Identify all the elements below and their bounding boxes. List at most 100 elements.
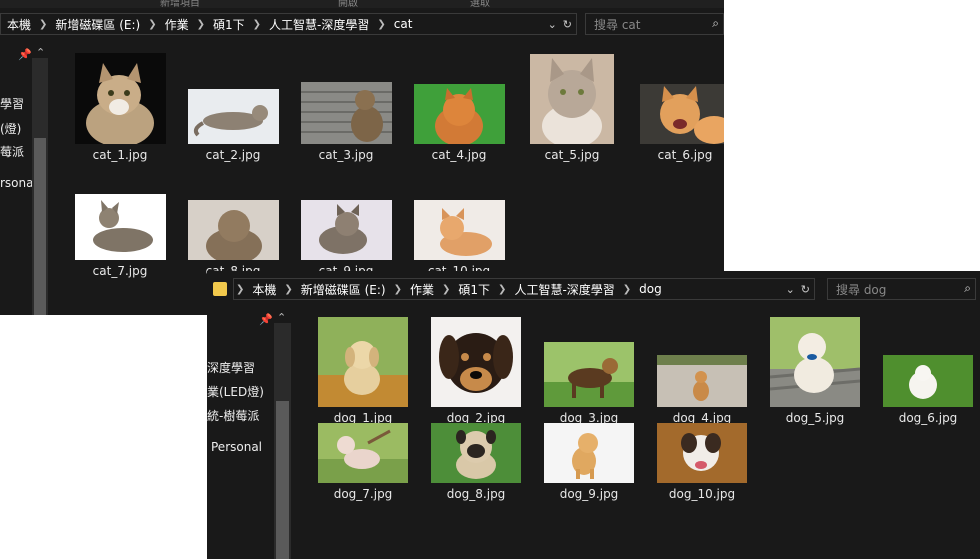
file-item[interactable]: dog_7.jpg xyxy=(309,421,417,501)
file-name: cat_7.jpg xyxy=(92,264,148,278)
ribbon-new-item[interactable]: 新增項目 xyxy=(160,0,200,9)
file-item[interactable]: cat_1.jpg xyxy=(66,52,174,162)
file-item[interactable]: dog_9.jpg xyxy=(535,421,643,501)
breadcrumb-course[interactable]: 人工智慧-深度學習 xyxy=(508,281,620,298)
ribbon-select[interactable]: 選取 xyxy=(470,0,490,9)
nav-item-led[interactable]: 業(LED燈) xyxy=(207,383,264,400)
cat-photo-thumbnail xyxy=(187,89,279,144)
file-name: dog_10.jpg xyxy=(668,487,736,501)
file-item[interactable]: dog_5.jpg xyxy=(761,317,869,425)
breadcrumb-semester[interactable]: 碩1下 xyxy=(452,281,496,298)
nav-scrollbar[interactable] xyxy=(274,323,291,559)
breadcrumb-current[interactable]: cat xyxy=(388,17,419,31)
chevron-right-icon: ❯ xyxy=(442,283,451,295)
nav-scrollbar-thumb[interactable] xyxy=(34,138,46,315)
file-name: dog_5.jpg xyxy=(785,411,845,425)
file-item[interactable]: cat_6.jpg xyxy=(631,52,724,162)
folder-icon xyxy=(213,282,227,296)
dog-photo-thumbnail xyxy=(883,355,973,407)
cat-photo-thumbnail xyxy=(74,53,166,144)
breadcrumb-homework[interactable]: 作業 xyxy=(159,16,195,33)
chevron-right-icon: ❯ xyxy=(393,283,402,295)
file-name: cat_6.jpg xyxy=(657,148,713,162)
chevron-right-icon: ❯ xyxy=(252,18,262,30)
chevron-right-icon: ❯ xyxy=(196,18,206,30)
nav-item-deep-learning[interactable]: 學習 xyxy=(0,95,24,112)
chevron-right-icon: ❯ xyxy=(622,283,632,295)
nav-item-raspberry[interactable]: 莓派 xyxy=(0,143,24,160)
cat-photo-thumbnail xyxy=(530,54,614,144)
cat-photo-thumbnail xyxy=(413,84,505,144)
nav-item-deep-learning[interactable]: 深度學習 xyxy=(207,359,255,376)
dog-photo-thumbnail xyxy=(770,317,860,407)
file-item[interactable]: cat_9.jpg xyxy=(292,168,400,278)
cat-photo-thumbnail xyxy=(300,82,392,144)
breadcrumb-drive[interactable]: 新增磁碟區 (E:) xyxy=(49,16,146,33)
dog-explorer-window: ❯ 本機 ❯ 新增磁碟區 (E:) ❯ 作業 ❯ 碩1下 ❯ 人工智慧-深度學習… xyxy=(207,271,980,559)
file-item[interactable]: dog_4.jpg xyxy=(648,317,756,425)
file-item[interactable]: cat_7.jpg xyxy=(66,168,174,278)
dog-photo-thumbnail xyxy=(431,317,521,407)
file-item[interactable]: dog_6.jpg xyxy=(874,317,980,425)
search-icon[interactable]: ⌕ xyxy=(964,281,971,296)
file-item[interactable]: cat_2.jpg xyxy=(179,52,287,162)
breadcrumb-current[interactable]: dog xyxy=(633,282,668,296)
cat-photo-thumbnail xyxy=(639,84,724,144)
file-item[interactable]: cat_3.jpg xyxy=(292,52,400,162)
nav-scrollbar[interactable] xyxy=(32,58,48,315)
file-item[interactable]: dog_8.jpg xyxy=(422,421,530,501)
file-name: dog_7.jpg xyxy=(333,487,393,501)
file-item[interactable]: dog_3.jpg xyxy=(535,317,643,425)
cat-photo-thumbnail xyxy=(187,200,279,260)
search-input[interactable]: 搜尋 cat ⌕ xyxy=(585,13,724,35)
file-item[interactable]: cat_4.jpg xyxy=(405,52,513,162)
search-placeholder: 搜尋 cat xyxy=(594,17,641,32)
search-icon[interactable]: ⌕ xyxy=(712,16,719,31)
nav-scrollbar-thumb[interactable] xyxy=(276,401,289,559)
file-name: cat_5.jpg xyxy=(544,148,600,162)
search-input[interactable]: 搜尋 dog ⌕ xyxy=(827,278,976,300)
dog-photo-thumbnail xyxy=(657,355,747,407)
file-grid: dog_1.jpg dog_2.jpg dog_3.jpg dog_4.jpg … xyxy=(293,305,980,559)
file-name: dog_8.jpg xyxy=(446,487,506,501)
nav-item-raspberry[interactable]: 統-樹莓派 xyxy=(207,407,259,424)
file-item[interactable]: dog_2.jpg xyxy=(422,317,530,425)
chevron-right-icon: ❯ xyxy=(498,283,507,295)
file-name: cat_4.jpg xyxy=(431,148,487,162)
file-item[interactable]: cat_5.jpg xyxy=(518,52,626,162)
navigation-pane: 📌 ⌃ 深度學習 業(LED燈) 統-樹莓派 Personal xyxy=(207,305,293,559)
breadcrumb-drive[interactable]: 新增磁碟區 (E:) xyxy=(295,281,392,298)
chevron-down-icon[interactable]: ⌄ xyxy=(548,18,557,31)
dog-photo-thumbnail xyxy=(318,423,408,483)
chevron-right-icon: ❯ xyxy=(377,18,386,30)
ribbon-strip: 新增項目 開啟 選取 xyxy=(0,0,724,9)
pin-icon[interactable]: 📌 xyxy=(259,313,273,326)
refresh-icon[interactable]: ↻ xyxy=(801,283,810,296)
dog-photo-thumbnail xyxy=(431,423,521,483)
address-bar[interactable]: ❯ 本機 ❯ 新增磁碟區 (E:) ❯ 作業 ❯ 碩1下 ❯ 人工智慧-深度學習… xyxy=(233,278,815,300)
file-item[interactable]: cat_8.jpg xyxy=(179,168,287,278)
file-item[interactable]: dog_1.jpg xyxy=(309,317,417,425)
file-item[interactable]: dog_10.jpg xyxy=(648,421,756,501)
chevron-right-icon: ❯ xyxy=(148,18,157,30)
address-bar[interactable]: 本機 ❯ 新增磁碟區 (E:) ❯ 作業 ❯ 碩1下 ❯ 人工智慧-深度學習 ❯… xyxy=(0,13,577,35)
search-placeholder: 搜尋 dog xyxy=(836,282,887,297)
breadcrumb-this-pc[interactable]: 本機 xyxy=(246,281,282,298)
breadcrumb-course[interactable]: 人工智慧-深度學習 xyxy=(263,16,375,33)
file-item[interactable]: cat_10.jpg xyxy=(405,168,513,278)
nav-item-led[interactable]: (燈) xyxy=(0,120,21,137)
chevron-down-icon[interactable]: ⌄ xyxy=(786,283,795,296)
cat-photo-thumbnail xyxy=(413,200,505,260)
dog-photo-thumbnail xyxy=(544,342,634,407)
file-name: dog_9.jpg xyxy=(559,487,619,501)
file-name: cat_3.jpg xyxy=(318,148,374,162)
breadcrumb-semester[interactable]: 碩1下 xyxy=(207,16,251,33)
nav-item-personal[interactable]: Personal xyxy=(211,440,262,454)
file-name: dog_6.jpg xyxy=(898,411,958,425)
ribbon-open[interactable]: 開啟 xyxy=(338,0,358,9)
chevron-right-icon: ❯ xyxy=(39,18,48,30)
breadcrumb-this-pc[interactable]: 本機 xyxy=(1,16,37,33)
breadcrumb-homework[interactable]: 作業 xyxy=(404,281,440,298)
pin-icon[interactable]: 📌 xyxy=(18,48,32,61)
refresh-icon[interactable]: ↻ xyxy=(563,18,572,31)
